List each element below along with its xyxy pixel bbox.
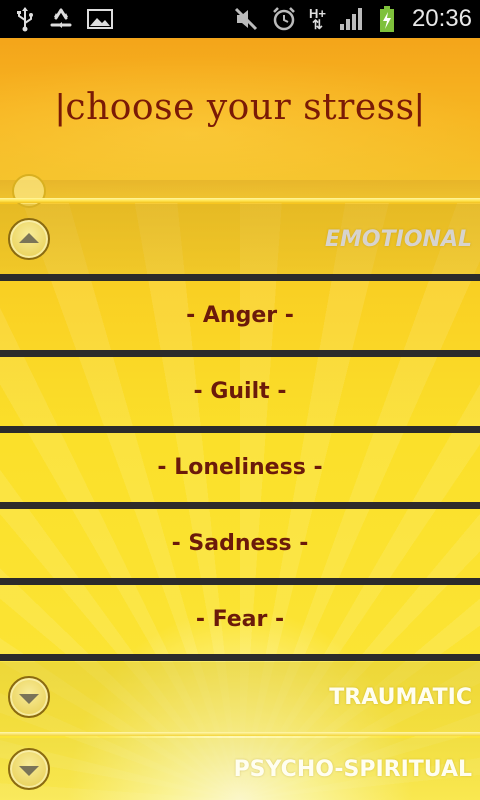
usb-icon	[14, 6, 36, 32]
category-label: PSYCHO-SPIRITUAL	[233, 756, 472, 782]
item-label: - Anger -	[186, 303, 294, 328]
divider	[0, 426, 480, 433]
clock: 20:36	[411, 5, 472, 32]
category-emotional[interactable]: EMOTIONAL	[0, 204, 480, 274]
list-item-fear[interactable]: - Fear -	[0, 585, 480, 654]
list-item-loneliness[interactable]: - Loneliness -	[0, 433, 480, 502]
list-item-guilt[interactable]: - Guilt -	[0, 357, 480, 426]
category-traumatic[interactable]: TRAUMATIC	[0, 662, 480, 732]
chevron-up-icon	[19, 232, 39, 243]
item-label: - Fear -	[195, 607, 285, 632]
chevron-down-icon	[19, 765, 39, 776]
network-type-icon: H+ ⇅	[308, 6, 326, 32]
category-label: TRAUMATIC	[329, 684, 472, 710]
expand-button[interactable]	[8, 748, 50, 790]
app-header: |choose your stress|	[0, 38, 480, 198]
category-divider	[0, 732, 480, 736]
category-label: EMOTIONAL	[325, 226, 472, 252]
signal-icon	[338, 6, 366, 32]
alarm-icon	[271, 6, 297, 32]
divider	[0, 654, 480, 661]
collapse-button[interactable]	[8, 218, 50, 260]
item-label: - Guilt -	[193, 379, 287, 404]
header-divider	[0, 198, 480, 203]
status-bar: H+ ⇅ 20:36	[0, 0, 480, 38]
divider	[0, 274, 480, 281]
list-item-sadness[interactable]: - Sadness -	[0, 509, 480, 578]
chevron-down-icon	[19, 693, 39, 704]
divider	[0, 578, 480, 585]
item-label: - Sadness -	[171, 531, 309, 556]
mute-icon	[233, 6, 259, 32]
divider	[0, 502, 480, 509]
previous-category-peek	[0, 180, 480, 200]
list-item-anger[interactable]: - Anger -	[0, 281, 480, 350]
category-psycho-spiritual[interactable]: PSYCHO-SPIRITUAL	[0, 738, 480, 800]
item-label: - Loneliness -	[157, 455, 323, 480]
page-title: |choose your stress|	[55, 86, 425, 128]
recycle-icon	[48, 7, 74, 31]
gallery-icon	[86, 7, 114, 31]
expand-button[interactable]	[8, 676, 50, 718]
battery-charging-icon	[378, 5, 396, 33]
divider	[0, 350, 480, 357]
